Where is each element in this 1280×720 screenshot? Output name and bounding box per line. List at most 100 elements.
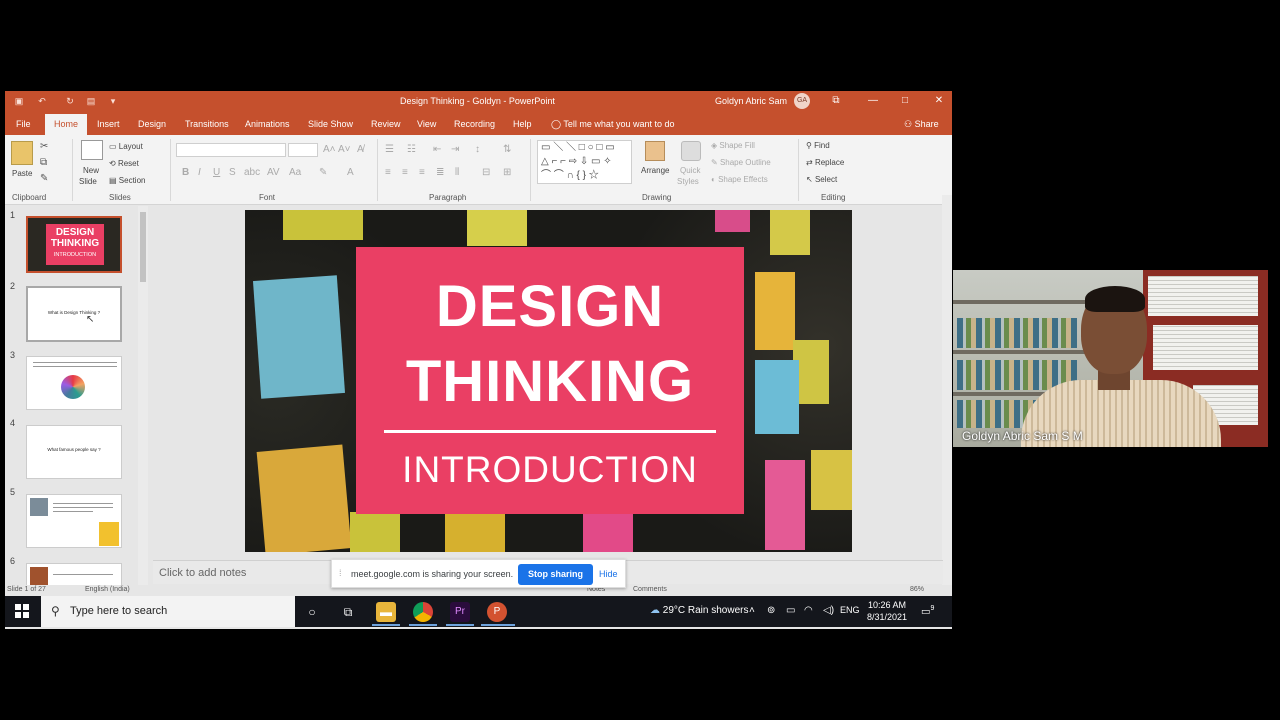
- title-card[interactable]: DESIGN THINKING INTRODUCTION: [356, 247, 744, 514]
- font-name-box[interactable]: [176, 143, 286, 157]
- paste-button[interactable]: Paste: [12, 169, 32, 178]
- file-explorer-icon[interactable]: ▬: [376, 602, 396, 622]
- tab-review[interactable]: Review: [371, 119, 401, 129]
- clear-format-icon[interactable]: A̸: [357, 144, 364, 156]
- decrease-font-icon[interactable]: A˅: [338, 144, 351, 156]
- section-button[interactable]: ▤ Section: [109, 176, 145, 185]
- shape-fill-button[interactable]: ◈ Shape Fill: [711, 141, 755, 150]
- slide-scrollbar[interactable]: [942, 195, 952, 585]
- wifi-icon[interactable]: ◠: [804, 605, 813, 616]
- reset-button[interactable]: ⟲ Reset: [109, 159, 139, 168]
- shapes-gallery[interactable]: ▭ ＼ ＼ □ ○ □ ▭ △ ⌐ ⌐ ⇨ ⇩ ▭ ✧ ⌒ ⌒ ∩ { } ☆: [537, 140, 632, 184]
- bold-icon[interactable]: B: [182, 167, 189, 179]
- align-left-icon[interactable]: ≡: [385, 167, 391, 179]
- align-text-icon[interactable]: ⊟: [482, 167, 490, 179]
- language-status[interactable]: English (India): [85, 586, 130, 593]
- increase-font-icon[interactable]: A˄: [323, 144, 336, 156]
- notification-icon[interactable]: ▭9: [921, 605, 934, 617]
- paste-icon[interactable]: [11, 141, 33, 165]
- layout-button[interactable]: ▭ Layout: [109, 142, 143, 151]
- font-size-box[interactable]: [288, 143, 318, 157]
- tab-recording[interactable]: Recording: [454, 119, 495, 129]
- battery-icon[interactable]: ▭: [786, 605, 795, 616]
- avatar[interactable]: GA: [794, 93, 810, 109]
- undo-icon[interactable]: ↶: [36, 95, 48, 107]
- increase-indent-icon[interactable]: ⇥: [451, 144, 459, 156]
- tab-design[interactable]: Design: [138, 119, 166, 129]
- clock[interactable]: 10:26 AM 8/31/2021: [859, 599, 915, 623]
- justify-icon[interactable]: ≣: [436, 167, 444, 179]
- close-icon[interactable]: ✕: [931, 93, 947, 109]
- find-button[interactable]: ⚲ Find: [806, 141, 830, 150]
- share-button[interactable]: ⚇ Share: [904, 119, 939, 130]
- arrange-button[interactable]: Arrange: [641, 166, 669, 175]
- user-name[interactable]: Goldyn Abric Sam: [715, 96, 787, 106]
- new-slide-label-1[interactable]: New: [83, 166, 99, 175]
- font-color-icon[interactable]: A: [347, 167, 354, 179]
- thumbnail-slide-2[interactable]: What is Design Thinking ? ↖: [26, 286, 122, 342]
- cut-icon[interactable]: ✂: [40, 141, 48, 153]
- line-spacing-icon[interactable]: ↕: [475, 144, 480, 156]
- bullets-icon[interactable]: ☰: [385, 144, 394, 156]
- spacing-icon[interactable]: AV: [267, 167, 280, 179]
- cortana-icon[interactable]: ○: [302, 602, 322, 622]
- thumbnail-slide-1[interactable]: DESIGN THINKING INTRODUCTION: [26, 216, 122, 273]
- new-slide-label-2[interactable]: Slide: [79, 177, 97, 186]
- arrange-icon[interactable]: [645, 141, 665, 161]
- tab-view[interactable]: View: [417, 119, 436, 129]
- powerpoint-icon[interactable]: P: [487, 602, 507, 622]
- italic-icon[interactable]: I: [198, 167, 201, 179]
- stop-sharing-button[interactable]: Stop sharing: [518, 564, 593, 585]
- volume-icon[interactable]: ◁): [823, 605, 834, 616]
- weather-widget[interactable]: ☁ 29°C Rain showers: [650, 605, 748, 616]
- smartart-icon[interactable]: ⊞: [503, 167, 511, 179]
- hide-button[interactable]: Hide: [599, 569, 618, 579]
- replace-button[interactable]: ⇄ Replace: [806, 158, 844, 167]
- decrease-indent-icon[interactable]: ⇤: [433, 144, 441, 156]
- tab-slide-show[interactable]: Slide Show: [308, 119, 353, 129]
- chevron-up-icon[interactable]: ˄: [749, 605, 755, 616]
- task-view-icon[interactable]: ⧉: [338, 602, 358, 622]
- drag-handle-icon[interactable]: ⁞: [339, 568, 342, 578]
- align-right-icon[interactable]: ≡: [419, 167, 425, 179]
- ribbon-display-icon[interactable]: ⧉: [828, 93, 844, 109]
- zoom-level[interactable]: 86%: [910, 586, 924, 593]
- minimize-icon[interactable]: —: [865, 93, 881, 109]
- thumbnail-slide-6[interactable]: [26, 563, 122, 586]
- tell-me-search[interactable]: ◯ Tell me what you want to do: [551, 119, 674, 130]
- thumbnail-scrollbar[interactable]: [138, 206, 148, 586]
- highlight-icon[interactable]: ✎: [319, 167, 327, 179]
- scrollbar-thumb[interactable]: [140, 212, 146, 282]
- quick-styles-label-1[interactable]: Quick: [680, 166, 700, 175]
- participant-video-tile[interactable]: Goldyn Abric Sam S M: [953, 270, 1268, 447]
- copy-icon[interactable]: ⧉: [40, 157, 47, 169]
- strikethrough-icon[interactable]: abc: [244, 167, 260, 179]
- tab-home[interactable]: Home: [45, 114, 88, 135]
- tab-transitions[interactable]: Transitions: [185, 119, 229, 129]
- redo-icon[interactable]: ↻: [64, 95, 76, 107]
- language-indicator[interactable]: ENG: [840, 605, 860, 615]
- premiere-pro-icon[interactable]: Pr: [450, 602, 470, 622]
- maximize-icon[interactable]: □: [897, 93, 913, 109]
- thumbnail-slide-5[interactable]: [26, 494, 122, 548]
- shadow-icon[interactable]: S: [229, 167, 236, 179]
- meet-tray-icon[interactable]: ⊚: [767, 605, 775, 616]
- align-center-icon[interactable]: ≡: [402, 167, 408, 179]
- shape-outline-button[interactable]: ✎ Shape Outline: [711, 158, 771, 167]
- numbering-icon[interactable]: ☷: [407, 144, 416, 156]
- quick-styles-label-2[interactable]: Styles: [677, 177, 699, 186]
- save-icon[interactable]: ▣: [13, 95, 25, 107]
- underline-icon[interactable]: U: [213, 167, 220, 179]
- tab-file[interactable]: File: [16, 119, 31, 129]
- comments-toggle[interactable]: Comments: [633, 586, 667, 593]
- chrome-icon[interactable]: [413, 602, 433, 622]
- tab-animations[interactable]: Animations: [245, 119, 290, 129]
- present-icon[interactable]: ▤: [85, 95, 97, 107]
- text-direction-icon[interactable]: ⇅: [503, 144, 511, 156]
- taskbar-search[interactable]: ⚲ Type here to search: [41, 596, 295, 627]
- slide-canvas[interactable]: DESIGN THINKING INTRODUCTION: [245, 210, 852, 552]
- thumbnail-slide-4[interactable]: What famous people say ?: [26, 425, 122, 479]
- format-painter-icon[interactable]: ✎: [40, 173, 48, 185]
- select-button[interactable]: ↖ Select: [806, 175, 837, 184]
- shape-effects-button[interactable]: ◐ Shape Effects: [711, 175, 768, 184]
